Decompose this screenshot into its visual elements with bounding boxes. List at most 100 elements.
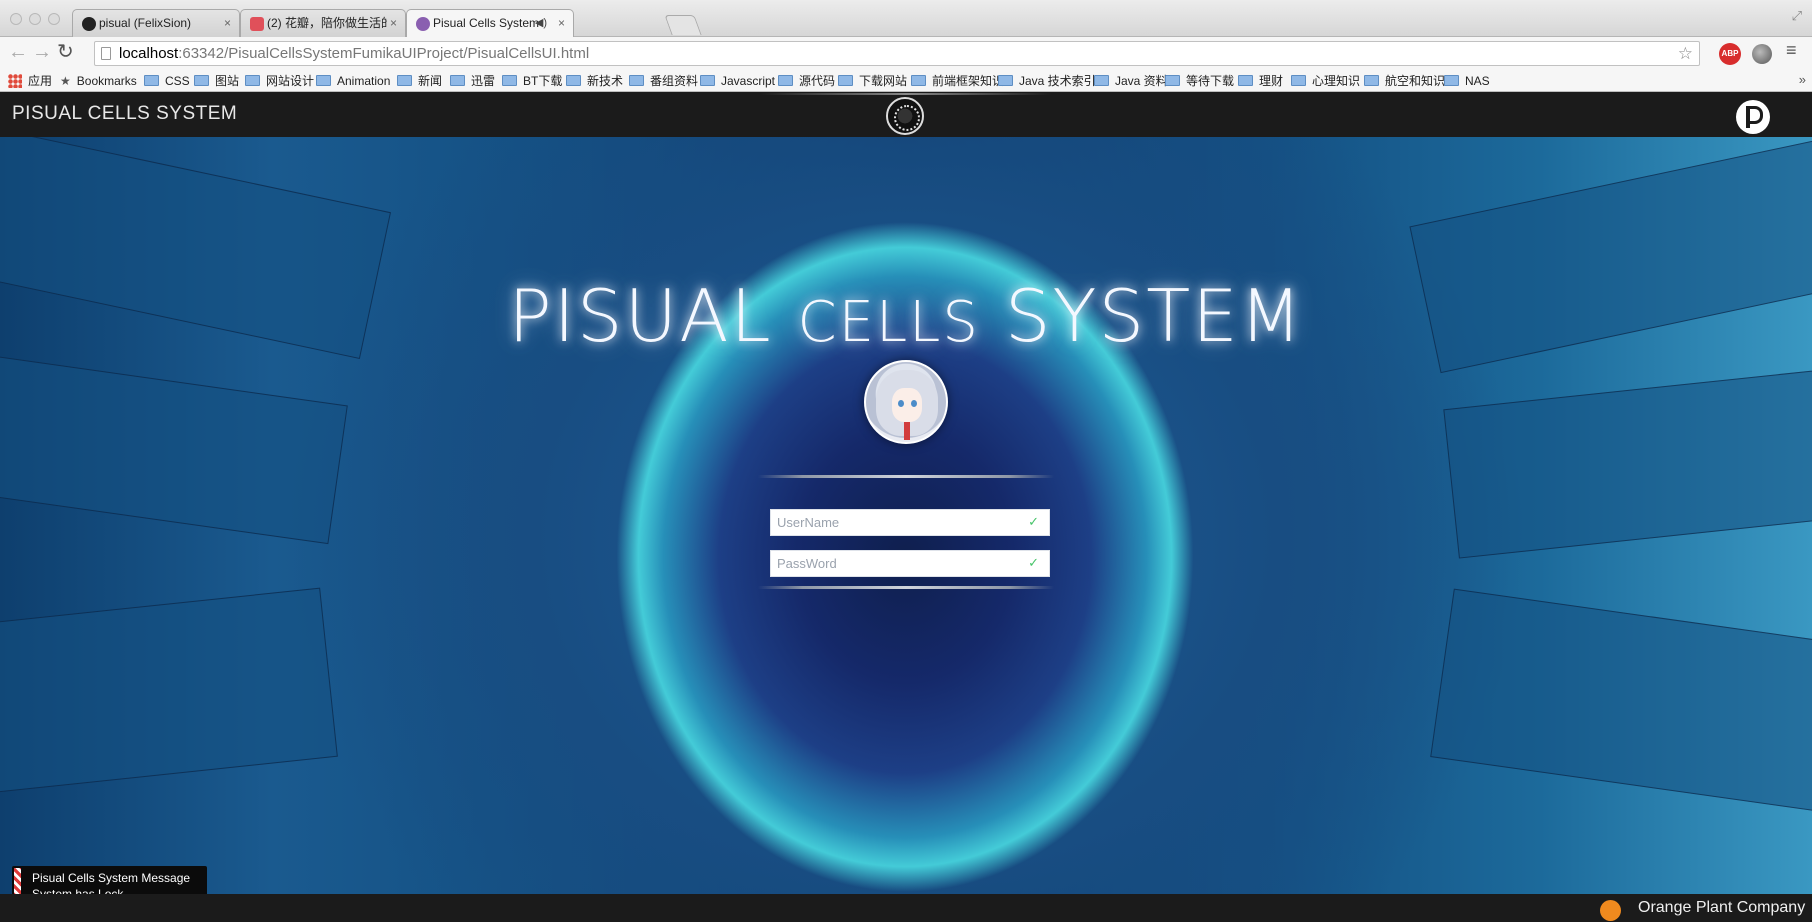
pisual-logo-icon[interactable] <box>1736 100 1770 134</box>
username-input[interactable] <box>771 510 1021 535</box>
browser-tab-bar: pisual (FelixSion) × (2) 花瓣，陪你做生活的设计 × P… <box>0 0 1812 37</box>
bookmark-label: 心理知识 <box>1312 74 1361 88</box>
new-tab-button[interactable] <box>664 15 702 35</box>
emblem-icon[interactable] <box>886 97 924 135</box>
bookmark-label: BT下载 <box>523 74 563 88</box>
bookmark-folder[interactable]: Animation <box>316 73 390 89</box>
address-bar[interactable]: localhost:63342/PisualCellsSystemFumikaU… <box>94 41 1700 66</box>
tab-pisual-cells-system[interactable]: Pisual Cells System ◀) × <box>406 9 574 37</box>
window-close-button[interactable] <box>10 13 22 25</box>
background-plate <box>1443 365 1812 559</box>
bookmark-label: Java 技术索引 <box>1019 74 1096 88</box>
avatar-eye <box>898 400 904 407</box>
window-minimize-button[interactable] <box>29 13 41 25</box>
company-dot-icon <box>1600 900 1621 921</box>
password-field[interactable]: ✓ <box>770 550 1050 577</box>
background-plate <box>0 349 348 545</box>
tab-label: pisual (FelixSion) <box>99 16 192 30</box>
bookmark-folder[interactable]: 番组资料 <box>629 73 698 89</box>
tab-close-icon[interactable]: × <box>558 10 565 37</box>
bookmark-label: 迅雷 <box>471 74 496 88</box>
message-title: Pisual Cells System Message <box>32 871 191 885</box>
forward-arrow-icon[interactable]: → <box>32 41 52 63</box>
app-header: PISUAL CELLS SYSTEM <box>0 92 1812 137</box>
chrome-menu-icon[interactable]: ≡ <box>1786 40 1797 61</box>
hero-title-word: SYSTEM <box>979 274 1304 358</box>
tab-huaban[interactable]: (2) 花瓣，陪你做生活的设计 × <box>240 9 406 37</box>
page-icon <box>101 47 111 60</box>
bookmark-bookmarks[interactable]: ★ Bookmarks <box>60 73 137 89</box>
bookmark-apps[interactable]: 应用 <box>8 73 52 89</box>
bookmark-folder[interactable]: 图站 <box>194 73 239 89</box>
bookmark-folder[interactable]: 下载网站 <box>838 73 907 89</box>
folder-icon <box>144 75 159 86</box>
folder-icon <box>397 75 412 86</box>
window-zoom-button[interactable] <box>48 13 60 25</box>
check-icon: ✓ <box>1028 514 1039 529</box>
bookmark-label: Bookmarks <box>76 74 137 88</box>
password-input[interactable] <box>771 551 1021 576</box>
bookmark-label: 等待下载 <box>1186 74 1235 88</box>
avatar-eye <box>911 400 917 407</box>
hero-title-word: CELLS <box>797 290 980 355</box>
folder-icon <box>450 75 465 86</box>
folder-icon <box>911 75 926 86</box>
bookmark-folder[interactable]: BT下载 <box>502 73 562 89</box>
bookmark-label: 新技术 <box>587 74 624 88</box>
bookmark-folder[interactable]: Javascript <box>700 73 775 89</box>
bookmark-folder[interactable]: Java 资料 <box>1094 73 1168 89</box>
bookmark-label: Javascript <box>721 74 776 88</box>
bookmark-folder[interactable]: CSS <box>144 73 190 89</box>
folder-icon <box>1094 75 1109 86</box>
bookmark-folder[interactable]: 迅雷 <box>450 73 495 89</box>
bookmark-label: 源代码 <box>799 74 836 88</box>
bookmark-folder[interactable]: 新闻 <box>397 73 442 89</box>
web-page: PISUAL CELLS SYSTEM PISUAL CELLS SYSTEM … <box>0 92 1812 922</box>
extension-icon[interactable] <box>1752 44 1772 64</box>
bookmark-label: 番组资料 <box>650 74 699 88</box>
bookmark-folder[interactable]: 新技术 <box>566 73 623 89</box>
pisual-icon <box>416 17 430 31</box>
hero-title-word: PISUAL <box>508 274 798 358</box>
bookmark-folder[interactable]: NAS <box>1444 73 1490 89</box>
bookmarks-overflow-icon[interactable]: » <box>1799 72 1806 87</box>
bookmark-label: NAS <box>1465 74 1490 88</box>
folder-icon <box>629 75 644 86</box>
bookmark-star-icon[interactable]: ☆ <box>1678 42 1693 65</box>
tab-close-icon[interactable]: × <box>390 10 397 37</box>
background-plate <box>1430 588 1812 816</box>
bookmark-label: Java 资料 <box>1115 74 1168 88</box>
adblock-plus-icon[interactable]: ABP <box>1719 43 1741 65</box>
folder-icon <box>838 75 853 86</box>
tab-close-icon[interactable]: × <box>224 10 231 37</box>
app-header-title: PISUAL CELLS SYSTEM <box>12 103 238 124</box>
huaban-icon <box>250 17 264 31</box>
bookmark-folder[interactable]: 航空和知识 <box>1364 73 1445 89</box>
folder-icon <box>245 75 260 86</box>
reload-icon[interactable]: ↻ <box>57 41 74 63</box>
url-path: :63342/PisualCellsSystemFumikaUIProject/… <box>178 45 590 62</box>
username-field[interactable]: ✓ <box>770 509 1050 536</box>
bookmark-folder[interactable]: 心理知识 <box>1291 73 1360 89</box>
folder-icon <box>1364 75 1379 86</box>
bookmark-label: 应用 <box>28 74 53 88</box>
fullscreen-icon[interactable]: ⤢ <box>1792 8 1802 24</box>
tab-github[interactable]: pisual (FelixSion) × <box>72 9 240 37</box>
bookmark-folder[interactable]: 理财 <box>1238 73 1283 89</box>
bookmark-folder[interactable]: 网站设计 <box>245 73 314 89</box>
bookmark-label: 下载网站 <box>859 74 908 88</box>
bookmark-folder[interactable]: 等待下载 <box>1165 73 1234 89</box>
bookmark-folder[interactable]: 源代码 <box>778 73 835 89</box>
folder-icon <box>998 75 1013 86</box>
bookmark-folder[interactable]: 前端框架知识 <box>911 73 1004 89</box>
hero-title: PISUAL CELLS SYSTEM <box>0 274 1812 358</box>
star-icon: ★ <box>60 74 71 88</box>
folder-icon <box>502 75 517 86</box>
bookmark-folder[interactable]: Java 技术索引 <box>998 73 1096 89</box>
folder-icon <box>1238 75 1253 86</box>
bookmark-label: 理财 <box>1259 74 1284 88</box>
app-footer: Orange Plant Company <box>0 894 1812 922</box>
header-divider <box>760 93 1052 95</box>
user-avatar[interactable] <box>864 360 948 444</box>
back-arrow-icon[interactable]: ← <box>8 41 28 63</box>
